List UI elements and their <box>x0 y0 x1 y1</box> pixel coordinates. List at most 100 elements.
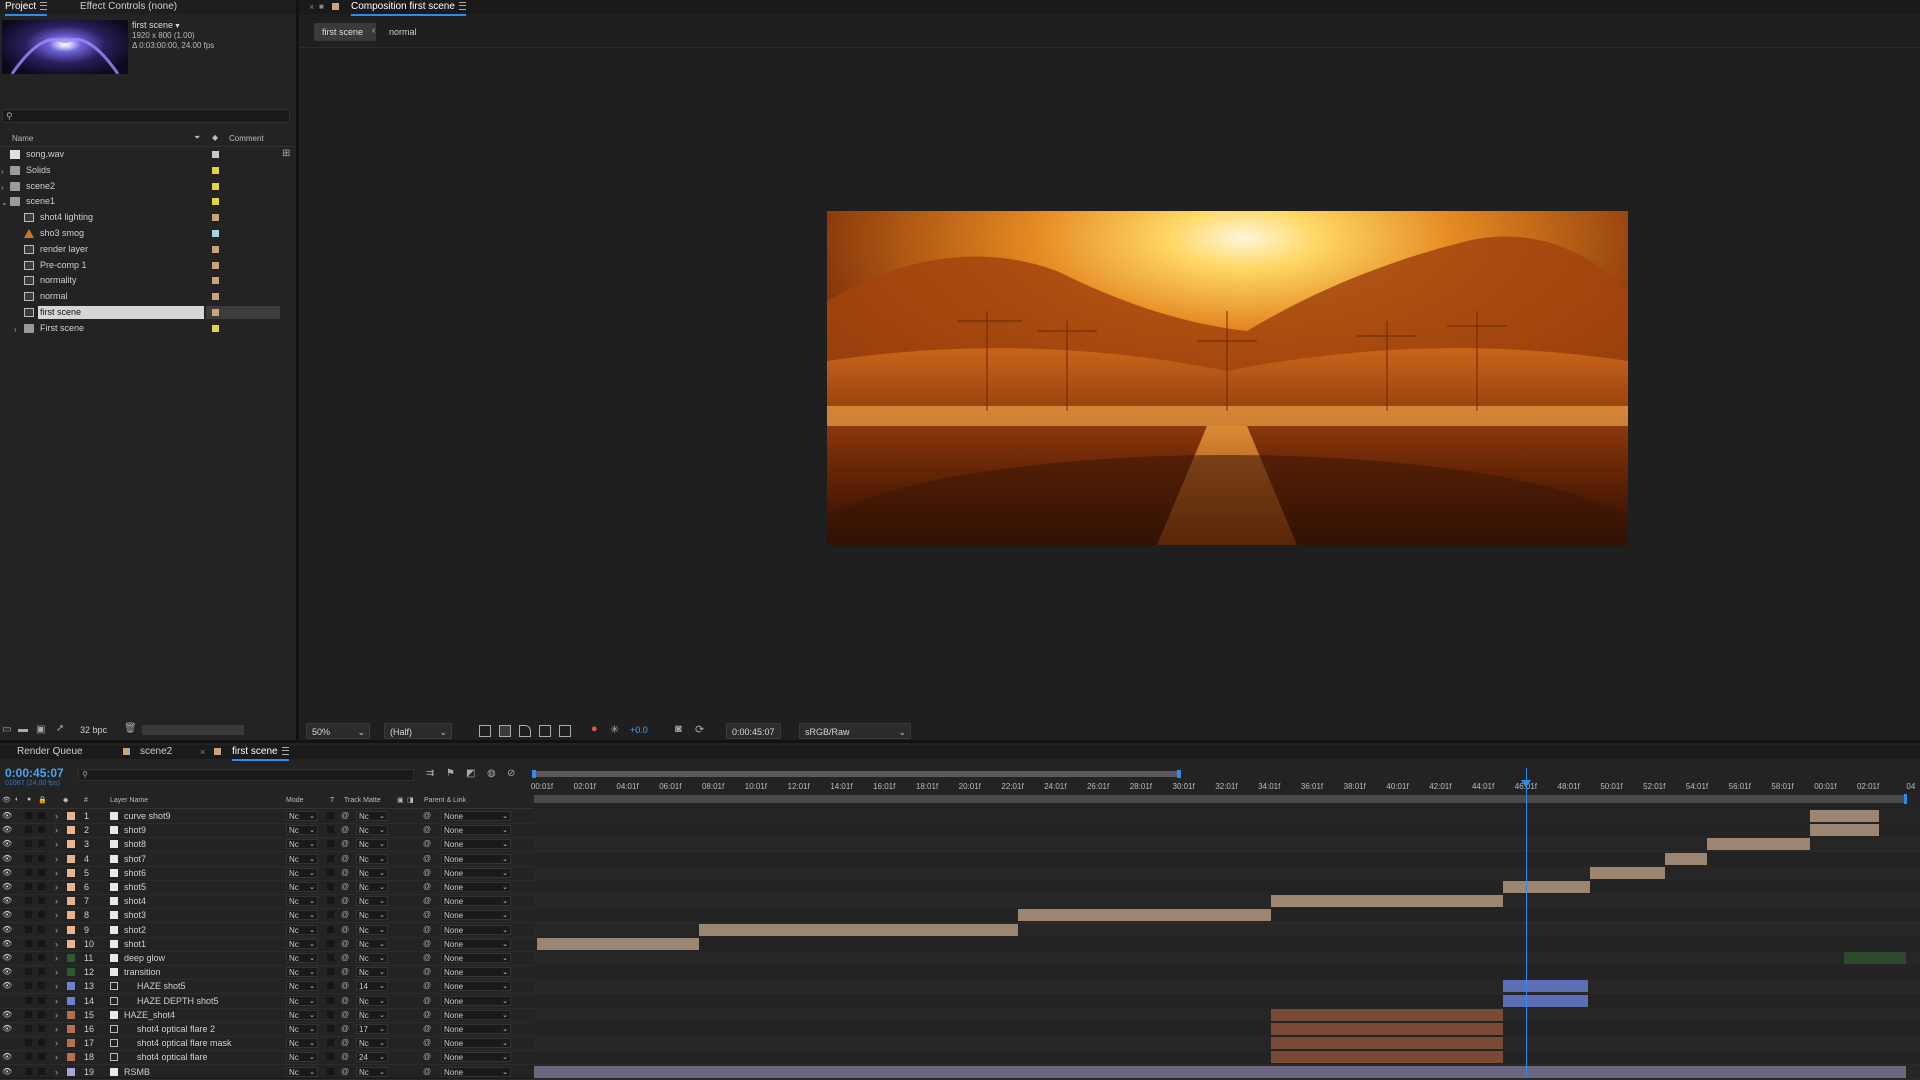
tab-project[interactable]: Project <box>5 0 48 16</box>
project-search-input[interactable]: ⚲ <box>2 109 290 123</box>
mask-visibility-icon[interactable] <box>519 725 531 737</box>
layer-duration-bar[interactable] <box>1844 952 1906 964</box>
project-item[interactable]: render layer <box>0 242 280 257</box>
layer-duration-bar[interactable] <box>1270 1023 1503 1035</box>
column-mode[interactable]: Mode <box>286 797 304 804</box>
tab-scene2[interactable]: scene2 <box>140 745 172 759</box>
label-color-swatch[interactable] <box>212 324 219 332</box>
transparency-grid-icon[interactable] <box>499 725 511 737</box>
tab-first-scene[interactable]: first scene <box>232 745 289 761</box>
layer-duration-bar[interactable] <box>1270 1037 1503 1050</box>
project-item[interactable]: › First scene <box>0 321 280 336</box>
timecode-display[interactable]: 0:00:45:07 <box>726 723 781 739</box>
project-item[interactable]: normality <box>0 273 280 288</box>
project-item[interactable]: sho3 smog <box>0 226 280 241</box>
label-color-swatch[interactable] <box>212 151 219 158</box>
label-color-swatch[interactable] <box>212 230 219 237</box>
composition-menu-icon[interactable] <box>458 2 466 11</box>
layer-duration-bar[interactable] <box>1270 1008 1503 1021</box>
solo-toggle-icon[interactable]: ● <box>27 796 31 803</box>
lock-icon[interactable]: ■ <box>319 0 324 14</box>
layer-duration-bar[interactable] <box>536 937 699 950</box>
label-color-swatch[interactable] <box>212 182 219 190</box>
project-item[interactable]: normal <box>0 289 280 304</box>
comp-flowchart-icon[interactable]: ⇉ <box>426 768 434 779</box>
selected-item-dropdown-icon[interactable]: ▼ <box>174 23 181 30</box>
project-item[interactable]: › Solids <box>0 163 280 178</box>
show-snapshot-icon[interactable]: ⟳ <box>695 723 704 736</box>
current-time-display[interactable]: 0:00:45:07 <box>5 766 64 780</box>
snapshot-camera-icon[interactable]: ◙ <box>675 723 682 735</box>
twirl-icon[interactable]: ⌄ <box>1 195 8 210</box>
layer-duration-bar[interactable] <box>1707 838 1810 851</box>
sort-dropdown-icon[interactable]: ⏷ <box>194 133 200 143</box>
layer-duration-bar[interactable] <box>534 1065 1906 1078</box>
layer-duration-bar[interactable] <box>1270 1051 1503 1064</box>
resolution-select[interactable]: (Half) ⌄ <box>384 723 452 739</box>
column-name[interactable]: Name <box>12 134 33 143</box>
close-tab-icon[interactable]: × <box>309 0 314 14</box>
new-composition-icon[interactable]: ▣ <box>36 724 45 735</box>
layer-duration-bar[interactable] <box>1590 866 1665 879</box>
label-color-swatch[interactable] <box>212 245 219 253</box>
column-comment[interactable]: Comment <box>229 134 264 143</box>
project-item[interactable]: ⌄ scene1 <box>0 194 280 209</box>
interpret-footage-icon[interactable]: ▭ <box>2 724 11 735</box>
3d-view-icon[interactable] <box>559 725 571 737</box>
bpc-label[interactable]: 32 bpc <box>80 725 107 735</box>
label-color-swatch[interactable] <box>212 214 219 222</box>
comp-duration-end-handle[interactable] <box>1904 794 1907 804</box>
label-color-swatch[interactable] <box>212 277 219 285</box>
twirl-icon[interactable]: › <box>14 322 17 337</box>
label-column-icon[interactable]: ◆ <box>212 133 218 142</box>
label-color-swatch[interactable] <box>212 166 219 174</box>
shy-layers-icon[interactable]: ◩ <box>466 768 475 779</box>
draft-3d-icon[interactable]: ⚑ <box>446 768 455 779</box>
tab-effect-controls[interactable]: Effect Controls (none) <box>80 0 177 14</box>
layer-search-input[interactable]: ⚲ <box>78 769 414 781</box>
tab-composition[interactable]: Composition first scene <box>351 0 466 16</box>
breadcrumb-first-scene[interactable]: first scene <box>314 23 376 41</box>
composition-viewer[interactable] <box>827 211 1628 545</box>
label-color-swatch[interactable] <box>212 309 219 316</box>
trash-icon[interactable]: 🗑 <box>124 723 137 734</box>
label-color-swatch[interactable] <box>212 261 219 269</box>
layer-duration-bar[interactable] <box>1270 895 1503 908</box>
color-space-select[interactable]: sRGB/Raw ⌄ <box>799 723 911 739</box>
playhead[interactable] <box>1520 768 1531 1077</box>
project-item[interactable]: Pre-comp 1 <box>0 258 280 273</box>
layer-duration-bar[interactable] <box>1018 909 1271 922</box>
layer-duration-bar[interactable] <box>1502 994 1588 1007</box>
render-icon[interactable]: ➚ <box>56 723 64 734</box>
breadcrumb-normal[interactable]: normal <box>389 27 417 37</box>
motion-blur-icon[interactable]: ⊘ <box>507 768 515 779</box>
comp-duration-bar[interactable] <box>534 795 1906 803</box>
close-tab-icon[interactable]: × <box>200 745 205 759</box>
column-layer-name[interactable]: Layer Name <box>110 797 148 804</box>
project-item[interactable]: shot4 lighting <box>0 210 280 225</box>
layer-duration-bar[interactable] <box>1502 980 1588 993</box>
twirl-icon[interactable]: › <box>1 180 4 195</box>
audio-toggle-icon[interactable]: ◖ <box>14 796 18 803</box>
zoom-select[interactable]: 50% ⌄ <box>306 723 370 739</box>
layer-duration-bar[interactable] <box>1809 824 1879 837</box>
video-toggle-icon[interactable]: 👁 <box>2 796 11 804</box>
column-parent[interactable]: Parent & Link <box>424 797 466 804</box>
matte-invert-icon[interactable]: ◨ <box>407 796 414 804</box>
column-track-matte[interactable]: Track Matte <box>344 797 381 804</box>
label-color-swatch[interactable] <box>212 198 219 206</box>
timeline-menu-icon[interactable] <box>281 747 289 756</box>
project-item[interactable]: song.wav <box>0 147 280 162</box>
layer-duration-bar[interactable] <box>1809 810 1879 822</box>
work-area-start-handle[interactable] <box>532 770 536 778</box>
project-item[interactable]: › scene2 <box>0 179 280 194</box>
color-channel-icon[interactable]: ● <box>591 723 598 735</box>
matte-toggle-icon[interactable]: ▣ <box>397 796 404 804</box>
grid-guides-icon[interactable] <box>539 725 551 737</box>
region-of-interest-icon[interactable] <box>479 725 491 737</box>
new-folder-icon[interactable]: ▬ <box>18 724 28 735</box>
lock-column-icon[interactable]: 🔒 <box>38 796 47 804</box>
exposure-reset-icon[interactable]: ✳ <box>610 723 619 736</box>
footer-scrollbar[interactable] <box>142 725 244 735</box>
work-area-bar[interactable] <box>534 771 1179 777</box>
